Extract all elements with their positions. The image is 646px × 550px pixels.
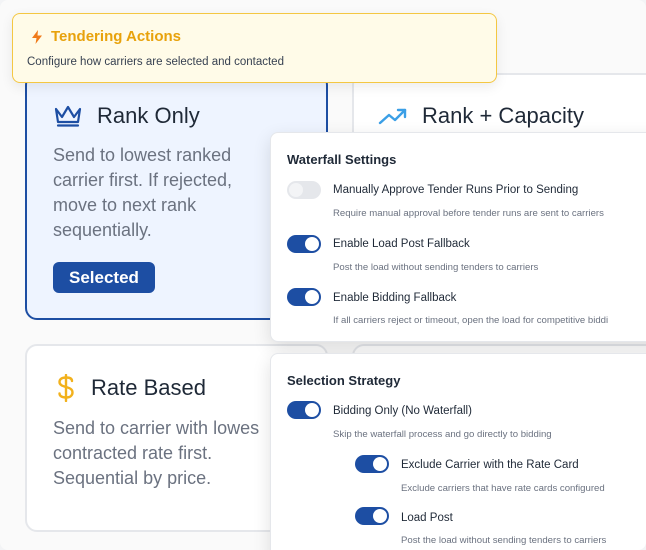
tendering-actions-header: Tendering Actions Configure how carriers… <box>12 13 497 83</box>
option-description: Skip the waterfall process and go direct… <box>333 429 552 440</box>
card-description-line: Send to lowest ranked <box>53 145 232 165</box>
card-title: Rank Only <box>97 103 200 128</box>
panel-title: Selection Strategy <box>287 373 401 388</box>
crown-icon <box>54 105 82 127</box>
option-description: Require manual approval before tender ru… <box>333 208 604 219</box>
option-label: Load Post <box>401 512 453 524</box>
toggle-load-post-fallback[interactable] <box>287 235 321 253</box>
option-description: Post the load without sending tenders to… <box>333 262 539 273</box>
header-title: Tendering Actions <box>51 28 182 45</box>
tendering-canvas: Tendering Actions Configure how carriers… <box>0 0 646 550</box>
card-description-line: Send to carrier with lowes <box>53 418 260 438</box>
card-description-line: sequentially. <box>53 220 152 240</box>
card-title: Rate Based <box>91 375 206 400</box>
header-title-row: Tendering Actions <box>31 28 181 45</box>
option-label: Exclude Carrier with the Rate Card <box>401 459 579 471</box>
toggle-exclude-rate-card[interactable] <box>355 455 389 473</box>
option-description: Post the load without sending tenders to… <box>401 535 607 546</box>
dollar-icon <box>58 374 74 402</box>
option-label: Manually Approve Tender Runs Prior to Se… <box>333 184 579 196</box>
card-description-line: Sequential by price. <box>53 468 212 488</box>
card-title: Rank + Capacity <box>422 103 585 128</box>
selected-button[interactable]: Selected <box>53 262 155 293</box>
card-title-row: Rank + Capacity <box>378 103 584 129</box>
toggle-bidding-fallback[interactable] <box>287 288 321 306</box>
option-label: Bidding Only (No Waterfall) <box>333 405 472 417</box>
toggle-load-post[interactable] <box>355 507 389 525</box>
panel-title: Waterfall Settings <box>287 152 397 167</box>
card-description-line: contracted rate first. <box>53 443 213 463</box>
option-description: Exclude carriers that have rate cards co… <box>401 483 605 494</box>
card-description: Send to carrier with lowes contracted ra… <box>53 416 259 491</box>
trending-up-icon <box>378 108 407 125</box>
card-description: Send to lowest ranked carrier first. If … <box>53 143 232 243</box>
header-subtitle: Configure how carriers are selected and … <box>27 56 284 68</box>
option-description: If all carriers reject or timeout, open … <box>333 315 609 326</box>
waterfall-settings-panel: Waterfall Settings Manually Approve Tend… <box>270 132 646 342</box>
card-description-line: carrier first. If rejected, <box>53 170 233 190</box>
toggle-manual-approve[interactable] <box>287 181 321 199</box>
card-title-row: Rank Only <box>53 103 200 129</box>
option-label: Enable Bidding Fallback <box>333 292 457 304</box>
card-description-line: move to next rank <box>53 195 197 215</box>
selection-strategy-panel: Selection Strategy Bidding Only (No Wate… <box>270 353 646 550</box>
lightning-icon <box>32 29 42 44</box>
card-title-row: Rate Based <box>55 374 206 402</box>
option-label: Enable Load Post Fallback <box>333 238 470 250</box>
toggle-bidding-only[interactable] <box>287 401 321 419</box>
